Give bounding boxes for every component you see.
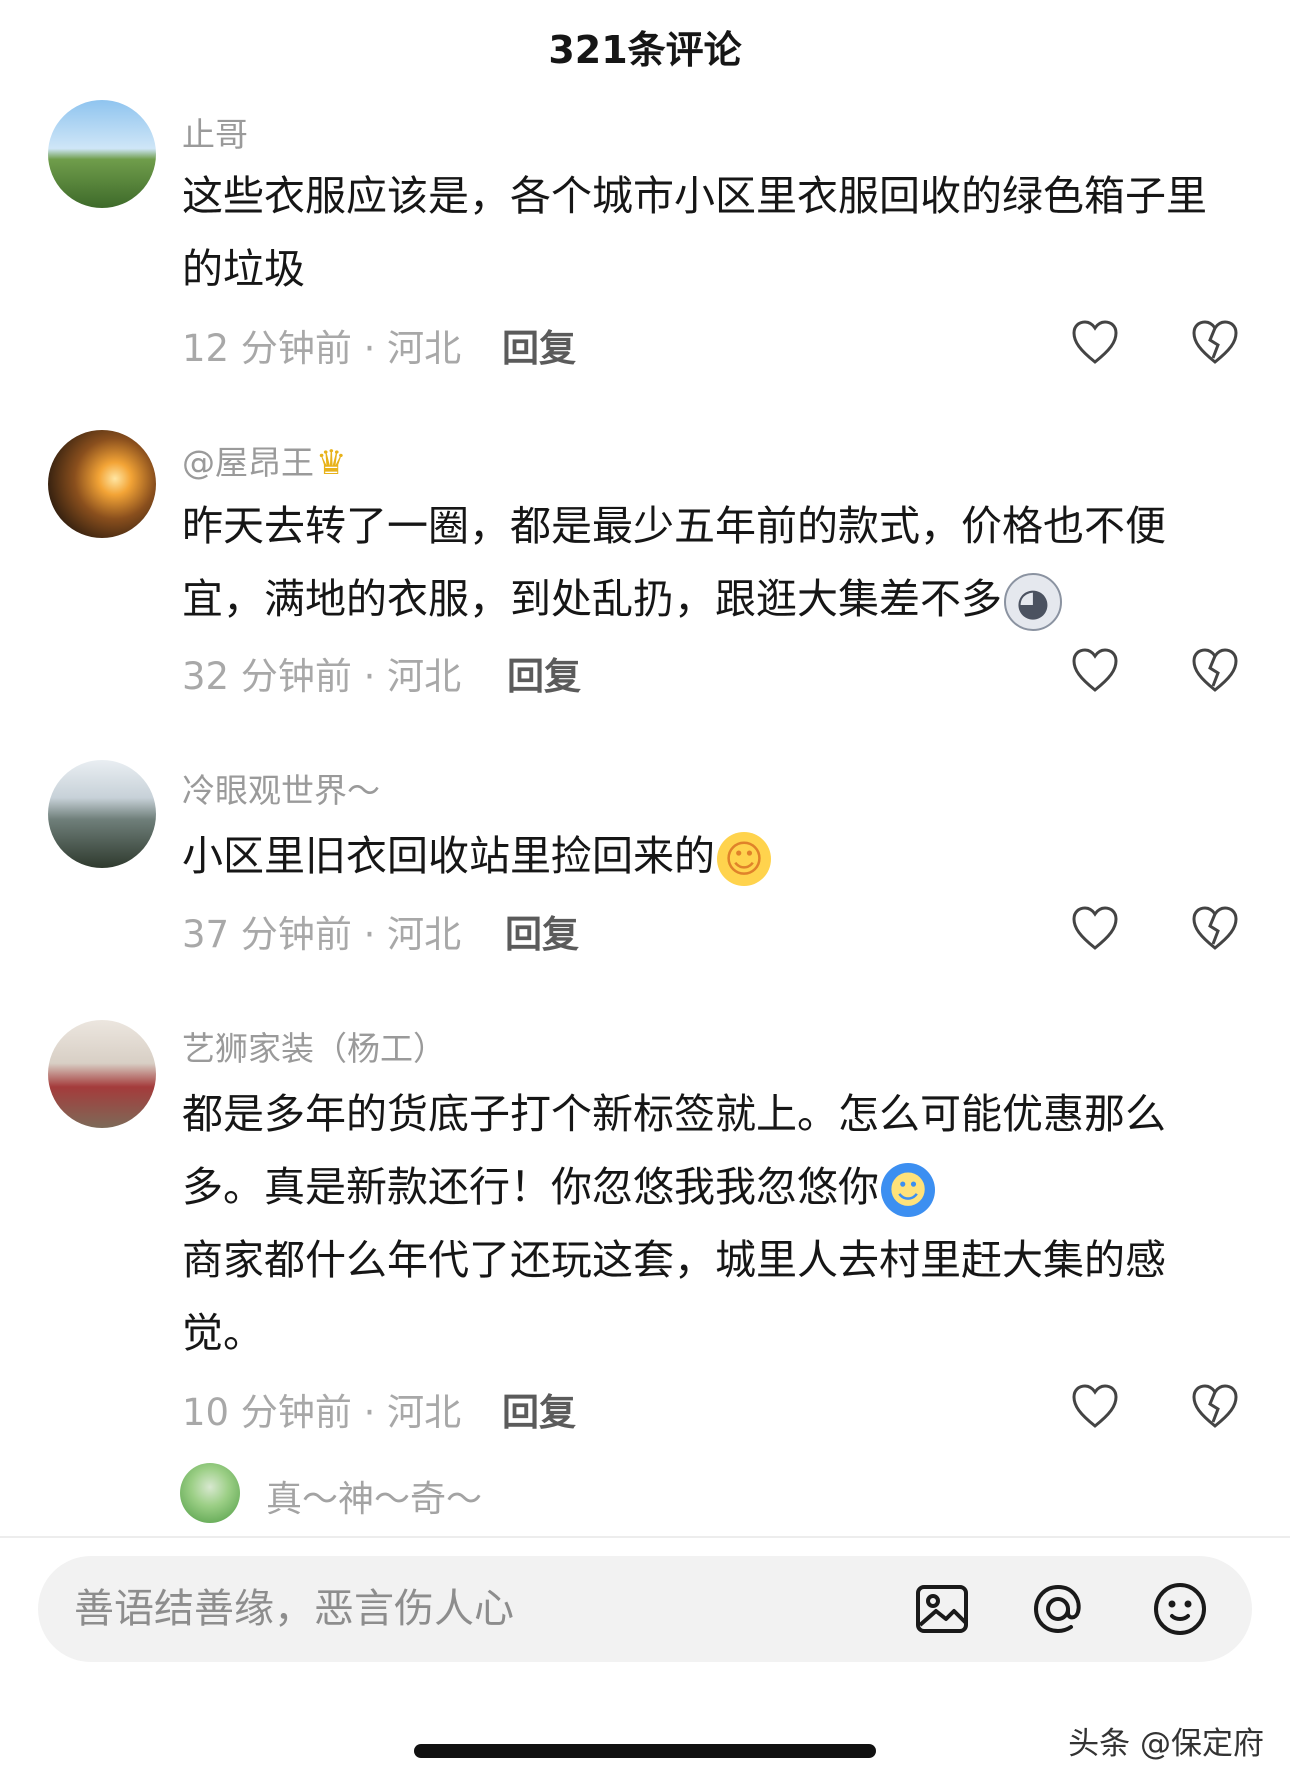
heart-like-icon[interactable] [1070, 904, 1120, 952]
home-indicator[interactable] [414, 1744, 876, 1758]
avatar[interactable] [48, 760, 156, 868]
reply-button[interactable]: 回复 [505, 904, 579, 958]
comment-input-placeholder[interactable]: 善语结善缘，恶言伤人心 [74, 1556, 514, 1662]
reply-button[interactable]: 回复 [507, 646, 581, 700]
heart-like-icon[interactable] [1070, 1382, 1120, 1430]
reply-button[interactable]: 回复 [502, 318, 576, 372]
comment-text-line1: 都是多年的货底子打个新标签就上。怎么可能优惠那么多。真是新款还行！你忽悠我我忽悠… [182, 1090, 1166, 1211]
broken-heart-dislike-icon[interactable] [1190, 646, 1240, 694]
avatar[interactable] [48, 100, 156, 208]
comment-meta: 10 分钟前 · 河北 [182, 1391, 462, 1434]
avatar[interactable] [48, 430, 156, 538]
watermark: 头条 @保定府 [1068, 1726, 1264, 1762]
comment-username-text[interactable]: @屋昂王 [182, 443, 314, 482]
at-icon[interactable] [1028, 1579, 1088, 1639]
broken-heart-dislike-icon[interactable] [1190, 318, 1240, 366]
laughing-crying-emoji-icon: ☺ [717, 832, 771, 886]
comment-text: 小区里旧衣回收站里捡回来的 ☺ [182, 820, 1242, 893]
heart-like-icon[interactable] [1070, 318, 1120, 366]
crown-icon: ♛ [316, 443, 347, 483]
comment-text-body: 小区里旧衣回收站里捡回来的 [182, 832, 715, 880]
comment-username[interactable]: 冷眼观世界～ [182, 764, 380, 812]
comment-text-line2: 商家都什么年代了还玩这套，城里人去村里赶大集的感觉。 [182, 1236, 1166, 1357]
comment-username[interactable]: 艺狮家装（杨工） [182, 1022, 446, 1070]
comment-meta: 32 分钟前 · 河北 [182, 655, 462, 698]
comment-username[interactable]: 止哥 [182, 108, 248, 156]
sub-comment-preview[interactable]: 真～神～奇～ [0, 1460, 1290, 1528]
comment-meta: 12 分钟前 · 河北 [182, 327, 462, 370]
avatar[interactable] [180, 1463, 240, 1523]
comment-username[interactable]: @屋昂王♛ [182, 436, 346, 484]
comment-input-bar[interactable]: 善语结善缘，恶言伤人心 [38, 1556, 1252, 1662]
image-icon[interactable] [912, 1579, 972, 1639]
broken-heart-dislike-icon[interactable] [1190, 904, 1240, 952]
comment-meta: 37 分钟前 · 河北 [182, 913, 462, 956]
avatar[interactable] [48, 1020, 156, 1128]
reply-button[interactable]: 回复 [502, 1382, 576, 1436]
divider [0, 1536, 1290, 1538]
comment-username[interactable]: 真～神～奇～ [266, 1470, 482, 1522]
comment-text: 昨天去转了一圈，都是最少五年前的款式，价格也不便宜，满地的衣服，到处乱扔，跟逛大… [182, 490, 1242, 636]
husky-emoji-icon: ◕ [1004, 573, 1062, 631]
comment-text: 都是多年的货底子打个新标签就上。怎么可能优惠那么多。真是新款还行！你忽悠我我忽悠… [182, 1078, 1242, 1370]
broken-heart-dislike-icon[interactable] [1190, 1382, 1240, 1430]
emoji-icon[interactable] [1150, 1579, 1210, 1639]
comments-header-title: 321条评论 [548, 28, 742, 72]
blue-hair-emoji-icon: ☻ [881, 1163, 935, 1217]
comment-text: 这些衣服应该是，各个城市小区里衣服回收的绿色箱子里的垃圾 [182, 172, 1207, 293]
heart-like-icon[interactable] [1070, 646, 1120, 694]
